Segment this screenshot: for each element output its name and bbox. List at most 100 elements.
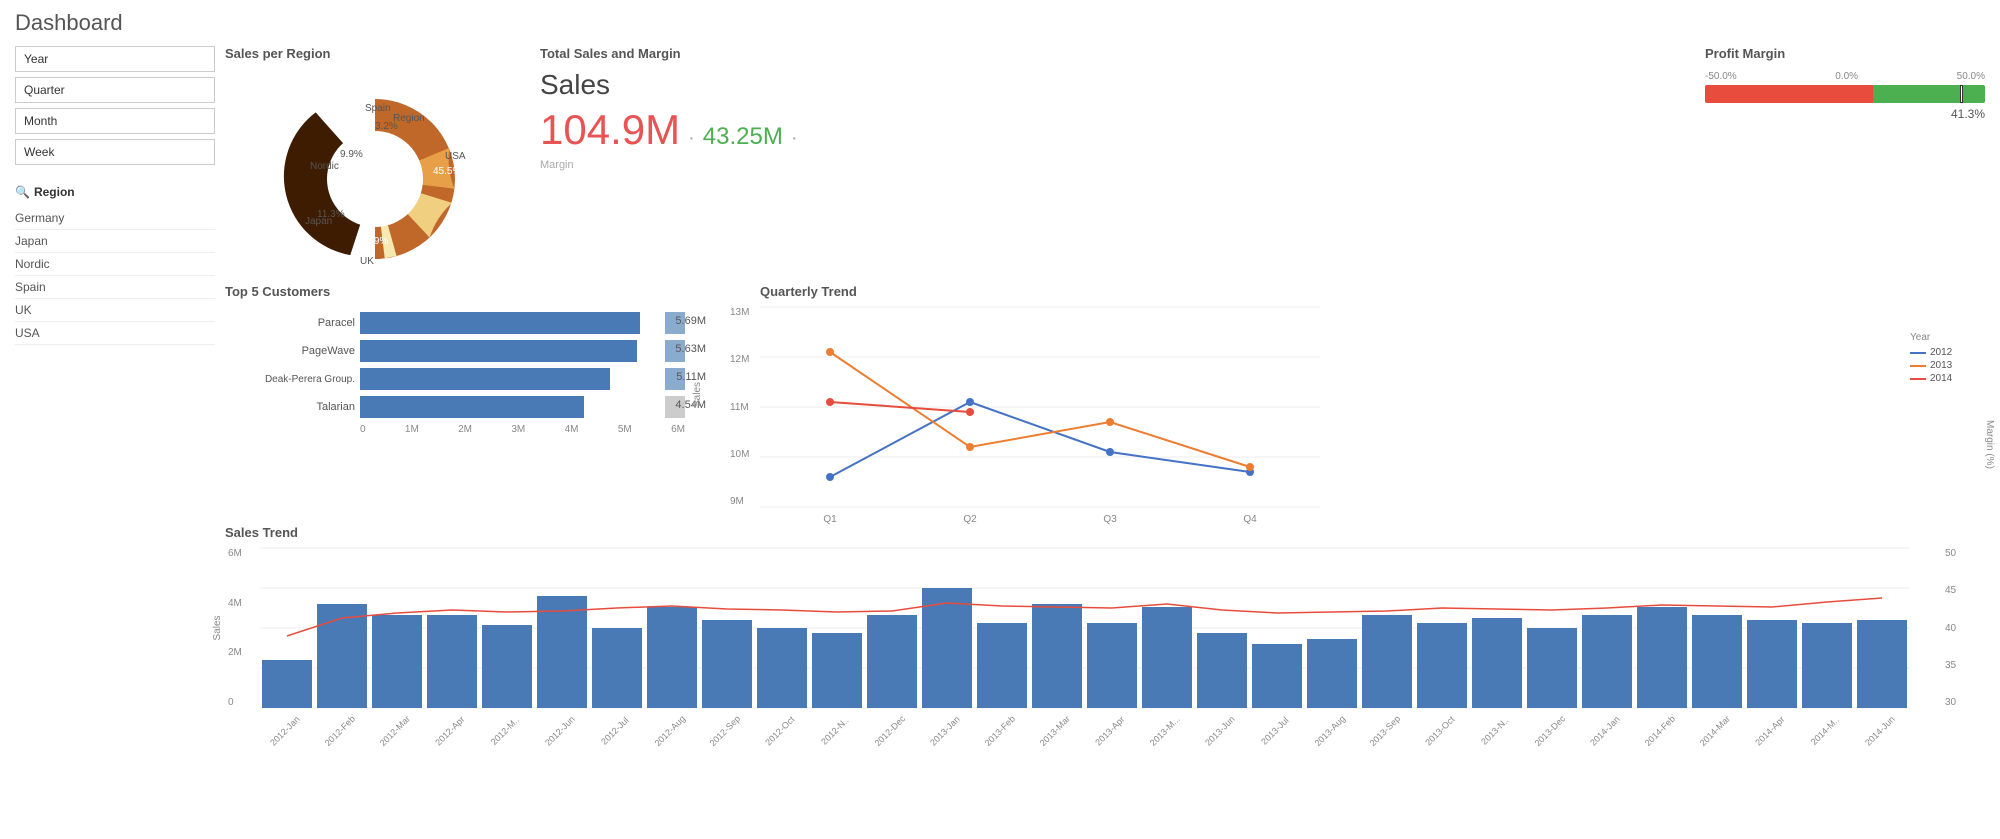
margin-label: Margin [540, 159, 1690, 171]
margin-max: 50.0% [1957, 71, 1985, 82]
sales-trend-svg: 2012-Jan 2012-Feb 2012-Mar 2012-Apr 2012… [260, 548, 1910, 718]
margin-dot: · [791, 127, 798, 150]
bar-label: Paracel [235, 317, 355, 329]
sales-per-region: Sales per Region [225, 46, 525, 269]
svg-text:2013-Apr: 2013-Apr [1093, 714, 1126, 747]
region-item-nordic[interactable]: Nordic [15, 253, 215, 276]
svg-text:2014-Apr: 2014-Apr [1753, 714, 1786, 747]
sales-y-label: Sales [212, 615, 223, 640]
svg-text:2014-M..: 2014-M.. [1809, 715, 1841, 747]
region-section: 🔍 Region Germany Japan Nordic Spain UK U… [15, 185, 215, 345]
svg-text:2012-Jun: 2012-Jun [543, 714, 577, 748]
svg-text:3.2%: 3.2% [375, 121, 398, 132]
donut-chart: USA UK Japan Nordic Spain Region 45.5% 2… [245, 69, 505, 269]
svg-text:2013-Mar: 2013-Mar [1038, 714, 1072, 748]
sidebar: Year Quarter Month Week 🔍 Region Germany… [15, 46, 215, 721]
svg-text:2012-Feb: 2012-Feb [323, 714, 357, 748]
sales-trend-y-labels: 6M4M2M0 [228, 548, 242, 708]
right-y-axis: 50 45 40 35 30 [1945, 548, 1985, 708]
sales-label: Sales [540, 69, 1690, 101]
bar-row-pagewave: PageWave 5.63M [235, 340, 685, 362]
bar-row-paracel: Paracel 5.69M [235, 312, 685, 334]
margin-indicator [1960, 85, 1963, 103]
svg-text:2012-Dec: 2012-Dec [873, 713, 908, 748]
filter-month[interactable]: Month [15, 108, 215, 134]
svg-text:USA: USA [445, 151, 466, 162]
total-sales-title: Total Sales and Margin [540, 46, 1690, 61]
main-content: Sales per Region [225, 46, 1985, 721]
filter-quarter[interactable]: Quarter [15, 77, 215, 103]
margin-value: 43.25M [703, 123, 783, 151]
region-item-germany[interactable]: Germany [15, 207, 215, 230]
filter-buttons: Year Quarter Month Week [15, 46, 215, 165]
svg-text:2014-Jan: 2014-Jan [1588, 714, 1622, 748]
svg-text:2013-M...: 2013-M... [1148, 714, 1182, 748]
quarterly-chart-svg: Q1 Q2 Q3 Q4 Sales [760, 307, 1320, 507]
bar-row-talarian: Talarian 4.54M [235, 396, 685, 418]
region-header: 🔍 Region [15, 185, 215, 199]
svg-text:2013-Feb: 2013-Feb [983, 714, 1017, 748]
svg-text:11.3%: 11.3% [317, 209, 345, 220]
search-icon: 🔍 [15, 185, 30, 199]
svg-text:2012-Apr: 2012-Apr [433, 714, 466, 747]
svg-text:2013-Jun: 2013-Jun [1203, 714, 1237, 748]
bar-chart: Paracel 5.69M PageWave [235, 307, 745, 440]
y-axis-labels: 13M12M11M10M9M [730, 307, 749, 507]
svg-text:2012-Oct: 2012-Oct [763, 714, 797, 748]
svg-text:2013-Dec: 2013-Dec [1533, 713, 1568, 748]
margin-min: -50.0% [1705, 71, 1737, 82]
sales-dot: · [688, 127, 695, 150]
filter-year[interactable]: Year [15, 46, 215, 72]
legend-title: Year [1910, 332, 1980, 343]
sales-numbers: 104.9M · 43.25M · [540, 106, 1690, 154]
margin-labels: -50.0% 0.0% 50.0% [1705, 71, 1985, 82]
margin-mid: 0.0% [1835, 71, 1858, 82]
sales-trend-title: Sales Trend [225, 525, 1985, 540]
sales-region-title: Sales per Region [225, 46, 525, 61]
filter-week[interactable]: Week [15, 139, 215, 165]
legend-2014: 2014 [1910, 373, 1980, 384]
quarterly-trend: Quarterly Trend 13M12M11M10M9M [760, 284, 1985, 510]
svg-text:26.9%: 26.9% [360, 236, 388, 247]
region-item-japan[interactable]: Japan [15, 230, 215, 253]
sales-value: 104.9M [540, 106, 680, 154]
chart-legend: Year 2012 2013 2014 [1910, 312, 1980, 515]
right-y-label: Margin (%) [1984, 420, 1995, 469]
svg-text:Nordic: Nordic [310, 161, 339, 172]
svg-text:2012-Jul: 2012-Jul [599, 715, 630, 746]
svg-text:Spain: Spain [365, 103, 391, 114]
bar-label: Talarian [235, 401, 355, 413]
region-item-spain[interactable]: Spain [15, 276, 215, 299]
svg-text:Q3: Q3 [1103, 514, 1117, 525]
legend-2013: 2013 [1910, 360, 1980, 371]
legend-2012: 2012 [1910, 347, 1980, 358]
svg-text:Sales: Sales [692, 382, 703, 407]
svg-text:45.5%: 45.5% [433, 166, 461, 177]
svg-text:2012-Sep: 2012-Sep [708, 714, 743, 749]
svg-text:2013-Aug: 2013-Aug [1313, 714, 1348, 749]
svg-text:Q2: Q2 [963, 514, 977, 525]
svg-text:2013-Jan: 2013-Jan [928, 714, 962, 748]
svg-text:2012-M..: 2012-M.. [489, 715, 521, 747]
region-list: Germany Japan Nordic Spain UK USA [15, 207, 215, 345]
bar-label: PageWave [235, 345, 355, 357]
svg-text:UK: UK [360, 256, 374, 267]
svg-text:2013-N..: 2013-N.. [1479, 715, 1510, 746]
svg-text:Q4: Q4 [1243, 514, 1257, 525]
sales-trend: Sales Trend 6M4M2M0 Sales [225, 525, 1985, 721]
quarterly-trend-title: Quarterly Trend [760, 284, 1985, 299]
total-sales: Total Sales and Margin Sales 104.9M · 43… [540, 46, 1690, 269]
dashboard-title: Dashboard [15, 10, 1985, 36]
svg-text:2012-N..: 2012-N.. [819, 715, 850, 746]
svg-text:9.9%: 9.9% [340, 149, 363, 160]
region-item-uk[interactable]: UK [15, 299, 215, 322]
x-axis: 01M2M3M4M5M6M [235, 424, 685, 435]
region-item-usa[interactable]: USA [15, 322, 215, 345]
svg-text:2014-Feb: 2014-Feb [1643, 714, 1677, 748]
svg-text:2012-Jan: 2012-Jan [268, 714, 302, 748]
svg-text:2013-Oct: 2013-Oct [1423, 714, 1457, 748]
svg-text:2013-Jul: 2013-Jul [1259, 715, 1290, 746]
margin-percent: 41.3% [1705, 107, 1985, 121]
margin-bar [1705, 85, 1985, 103]
svg-text:2013-Sep: 2013-Sep [1368, 714, 1403, 749]
